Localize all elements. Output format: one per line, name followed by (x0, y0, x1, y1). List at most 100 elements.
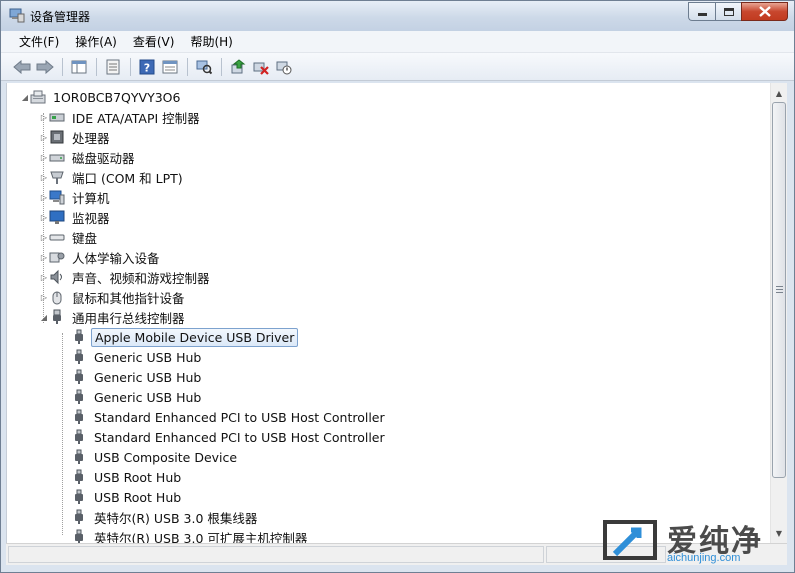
tree-root-node[interactable]: ◢ 1OR0BCB7QYVY3O6 (20, 87, 183, 107)
usb-device-item[interactable]: 英特尔(R) USB 3.0 可扩展主机控制器 (71, 527, 310, 543)
usb-device-icon (71, 349, 87, 365)
title-bar[interactable]: 设备管理器 (1, 1, 794, 31)
toolbar-separator (187, 57, 188, 76)
usb-device-item[interactable]: Generic USB Hub (71, 367, 204, 387)
expand-arrow-icon[interactable]: ▷ (39, 272, 49, 282)
disable-button[interactable] (273, 56, 295, 78)
expand-arrow-icon[interactable]: ▷ (39, 112, 49, 122)
device-label: USB Root Hub (94, 489, 182, 505)
usb-device-icon (71, 329, 87, 345)
usb-device-item[interactable]: USB Composite Device (71, 447, 240, 467)
properties-button[interactable] (102, 56, 124, 78)
tree-category-processor[interactable]: ▷ 处理器 (39, 127, 113, 147)
usb-device-icon (71, 489, 87, 505)
usb-device-icon (71, 509, 87, 525)
collapse-arrow-icon[interactable]: ◢ (39, 312, 49, 322)
collapse-arrow-icon[interactable]: ◢ (20, 92, 30, 102)
tree-category-hid[interactable]: ▷ 人体学输入设备 (39, 247, 163, 267)
update-driver-icon (231, 58, 246, 73)
menu-action[interactable]: 操作(A) (69, 33, 123, 50)
category-label: 键盘 (72, 230, 98, 246)
console-tree-button[interactable] (68, 56, 90, 78)
expand-arrow-icon[interactable]: ▷ (39, 232, 49, 242)
device-label: Generic USB Hub (94, 369, 202, 385)
window-controls (688, 2, 788, 21)
view-button[interactable] (159, 56, 181, 78)
usb-icon (49, 309, 65, 325)
usb-device-item[interactable]: Standard Enhanced PCI to USB Host Contro… (71, 407, 388, 427)
scan-hardware-icon (196, 60, 212, 74)
window-title: 设备管理器 (30, 10, 91, 24)
show-hide-console-tree-icon (71, 60, 87, 73)
disk-drive-icon (49, 149, 65, 165)
scan-hardware-button[interactable] (193, 56, 215, 78)
maximize-icon (723, 7, 734, 16)
usb-device-item[interactable]: Standard Enhanced PCI to USB Host Contro… (71, 427, 388, 447)
device-label: USB Root Hub (94, 469, 182, 485)
expand-arrow-icon[interactable]: ▷ (39, 292, 49, 302)
view-icon (162, 60, 178, 73)
usb-device-item[interactable]: Generic USB Hub (71, 347, 204, 367)
tree-category-mouse[interactable]: ▷ 鼠标和其他指针设备 (39, 287, 188, 307)
scrollbar-grip-icon (776, 286, 783, 295)
device-tree[interactable]: ◢ 1OR0BCB7QYVY3O6 ▷ IDE ATA/ATAPI 控制器 ▷ … (6, 83, 770, 543)
minimize-button[interactable] (688, 2, 715, 21)
hid-icon (49, 249, 65, 265)
usb-device-item[interactable]: USB Root Hub (71, 467, 184, 487)
tree-category-ports[interactable]: ▷ 端口 (COM 和 LPT) (39, 167, 186, 187)
device-label: Generic USB Hub (94, 349, 202, 365)
watermark-emblem-icon (603, 520, 657, 560)
menu-help[interactable]: 帮助(H) (184, 33, 238, 50)
device-label: USB Composite Device (94, 449, 238, 465)
help-icon: ? (139, 59, 155, 74)
close-icon (758, 6, 771, 17)
menu-bar: 文件(F) 操作(A) 查看(V) 帮助(H) (1, 31, 794, 53)
category-label: 端口 (COM 和 LPT) (72, 170, 183, 186)
close-button[interactable] (741, 2, 788, 21)
expand-arrow-icon[interactable]: ▷ (39, 132, 49, 142)
tree-category-monitor[interactable]: ▷ 监视器 (39, 207, 113, 227)
uninstall-icon (253, 62, 269, 75)
sound-icon (49, 269, 65, 285)
tree-category-keyboard[interactable]: ▷ 键盘 (39, 227, 100, 247)
expand-arrow-icon[interactable]: ▷ (39, 172, 49, 182)
tree-category-sound[interactable]: ▷ 声音、视频和游戏控制器 (39, 267, 213, 287)
processor-icon (49, 129, 65, 145)
toolbar-separator (96, 57, 97, 76)
usb-device-item[interactable]: USB Root Hub (71, 487, 184, 507)
device-label: Standard Enhanced PCI to USB Host Contro… (94, 409, 385, 425)
toolbar-separator (62, 57, 63, 76)
port-icon (49, 169, 65, 185)
back-button[interactable] (11, 56, 33, 78)
usb-device-icon (71, 449, 87, 465)
device-manager-window: 设备管理器 文件(F) 操作(A) 查看(V) 帮助(H) ? ◢ 1OR0BC… (0, 0, 795, 573)
toolbar-separator (130, 57, 131, 76)
uninstall-button[interactable] (250, 56, 272, 78)
category-label: 磁盘驱动器 (72, 150, 135, 166)
expand-arrow-icon[interactable]: ▷ (39, 192, 49, 202)
expand-arrow-icon[interactable]: ▷ (39, 152, 49, 162)
usb-device-item[interactable]: Generic USB Hub (71, 387, 204, 407)
category-label: 计算机 (72, 190, 110, 206)
scroll-up-arrow-icon[interactable]: ▲ (771, 85, 787, 101)
expand-arrow-icon[interactable]: ▷ (39, 252, 49, 262)
back-icon (13, 59, 31, 74)
scrollbar-thumb[interactable] (772, 102, 786, 478)
vertical-scrollbar[interactable]: ▲ ▼ (770, 83, 787, 543)
help-button[interactable]: ? (136, 56, 158, 78)
maximize-button[interactable] (715, 2, 741, 21)
usb-device-item[interactable]: 英特尔(R) USB 3.0 根集线器 (71, 507, 260, 527)
usb-device-item[interactable]: Apple Mobile Device USB Driver (71, 327, 299, 347)
category-label: 声音、视频和游戏控制器 (72, 270, 210, 286)
device-label: Generic USB Hub (94, 389, 202, 405)
tree-category-usb[interactable]: ◢ 通用串行总线控制器 (39, 307, 188, 327)
menu-file[interactable]: 文件(F) (13, 33, 65, 50)
expand-arrow-icon[interactable]: ▷ (39, 212, 49, 222)
tree-category-computer[interactable]: ▷ 计算机 (39, 187, 113, 207)
forward-button[interactable] (34, 56, 56, 78)
tree-category-disk[interactable]: ▷ 磁盘驱动器 (39, 147, 138, 167)
watermark-logo: 爱纯净 aichunjing.com (595, 512, 785, 570)
update-driver-button[interactable] (227, 56, 249, 78)
menu-view[interactable]: 查看(V) (127, 33, 181, 50)
tree-category-ide[interactable]: ▷ IDE ATA/ATAPI 控制器 (39, 107, 203, 127)
